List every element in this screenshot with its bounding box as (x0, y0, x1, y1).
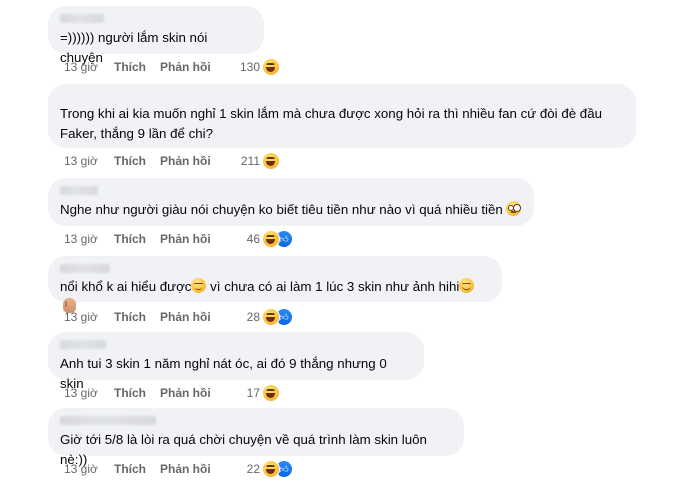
comment-bubble: Nghe như người giàu nói chuyện ko biết t… (48, 178, 534, 226)
comment-bubble: Giờ tới 5/8 là lòi ra quá chời chuyện về… (48, 408, 464, 467)
author-name-redacted (60, 14, 104, 23)
comment-bubble: nổi khổ k ai hiểu được vì chưa có ai làm… (48, 256, 502, 313)
comment-timestamp[interactable]: 13 giờ (64, 60, 114, 74)
like-button[interactable]: Thích (114, 154, 160, 168)
reply-button[interactable]: Phản hồi (160, 154, 230, 168)
haha-icon (262, 230, 280, 248)
comment-actions: 13 giờ Thích Phản hồi 211 (64, 151, 280, 171)
comment-bubble: Trong khi ai kia muốn nghỉ 1 skin lắm mà… (48, 84, 636, 148)
comment-text-body: Nghe như người giàu nói chuyện ko biết t… (60, 202, 503, 217)
flushed-face-icon (506, 201, 522, 216)
like-button[interactable]: Thích (114, 60, 160, 74)
reactions[interactable] (262, 384, 280, 402)
reaction-count[interactable]: 22 (230, 462, 260, 476)
like-button[interactable]: Thích (114, 462, 160, 476)
comment-text: Trong khi ai kia muốn nghỉ 1 skin lắm mà… (60, 106, 606, 141)
comment-text-part2: vì chưa có ai làm 1 lúc 3 skin như ảnh h… (206, 279, 460, 294)
comment-actions: 13 giờ Thích Phản hồi 17 (64, 383, 280, 403)
like-button[interactable]: Thích (114, 232, 160, 246)
comment-timestamp[interactable]: 13 giờ (64, 154, 114, 168)
reply-button[interactable]: Phản hồi (160, 310, 230, 324)
comment-timestamp[interactable]: 13 giờ (64, 310, 114, 324)
reply-button[interactable]: Phản hồi (160, 60, 230, 74)
reaction-count[interactable]: 46 (230, 232, 260, 246)
like-button[interactable]: Thích (114, 310, 160, 324)
comment-actions: 13 giờ Thích Phản hồi 46 👍︎ (64, 229, 293, 249)
comment-actions: 13 giờ Thích Phản hồi 28 👍︎ (64, 307, 293, 327)
reaction-count[interactable]: 28 (230, 310, 260, 324)
haha-icon (262, 308, 280, 326)
smiling-face-icon (459, 278, 475, 293)
reactions[interactable] (262, 152, 280, 170)
reaction-count[interactable]: 211 (230, 154, 260, 168)
haha-icon (262, 460, 280, 478)
comment-text-part1: nổi khổ k ai hiểu được (60, 279, 192, 294)
author-name-redacted (60, 340, 106, 349)
comment-timestamp[interactable]: 13 giờ (64, 386, 114, 400)
haha-icon (262, 384, 280, 402)
comment-timestamp[interactable]: 13 giờ (64, 462, 114, 476)
comment-actions: 13 giờ Thích Phản hồi 130 (64, 57, 280, 77)
reply-button[interactable]: Phản hồi (160, 232, 230, 246)
reactions[interactable] (262, 58, 280, 76)
relieved-face-icon (191, 278, 207, 293)
comment-text: Nghe như người giàu nói chuyện ko biết t… (60, 200, 522, 220)
author-name-redacted (60, 264, 110, 273)
haha-icon (262, 152, 280, 170)
author-name-redacted (60, 416, 156, 425)
comment-actions: 13 giờ Thích Phản hồi 22 👍︎ (64, 459, 293, 479)
reactions[interactable]: 👍︎ (262, 230, 293, 248)
like-button[interactable]: Thích (114, 386, 160, 400)
reactions[interactable]: 👍︎ (262, 460, 293, 478)
reactions[interactable]: 👍︎ (262, 308, 293, 326)
reaction-count[interactable]: 130 (230, 60, 260, 74)
reply-button[interactable]: Phản hồi (160, 462, 230, 476)
haha-icon (262, 58, 280, 76)
author-name-redacted (60, 186, 98, 195)
reply-button[interactable]: Phản hồi (160, 386, 230, 400)
reaction-count[interactable]: 17 (230, 386, 260, 400)
comment-bubble: Anh tui 3 skin 1 năm nghỉ nát óc, ai đó … (48, 332, 424, 391)
comment-bubble: =)))))) người lắm skin nói chuyện (48, 6, 264, 65)
comment-timestamp[interactable]: 13 giờ (64, 232, 114, 246)
